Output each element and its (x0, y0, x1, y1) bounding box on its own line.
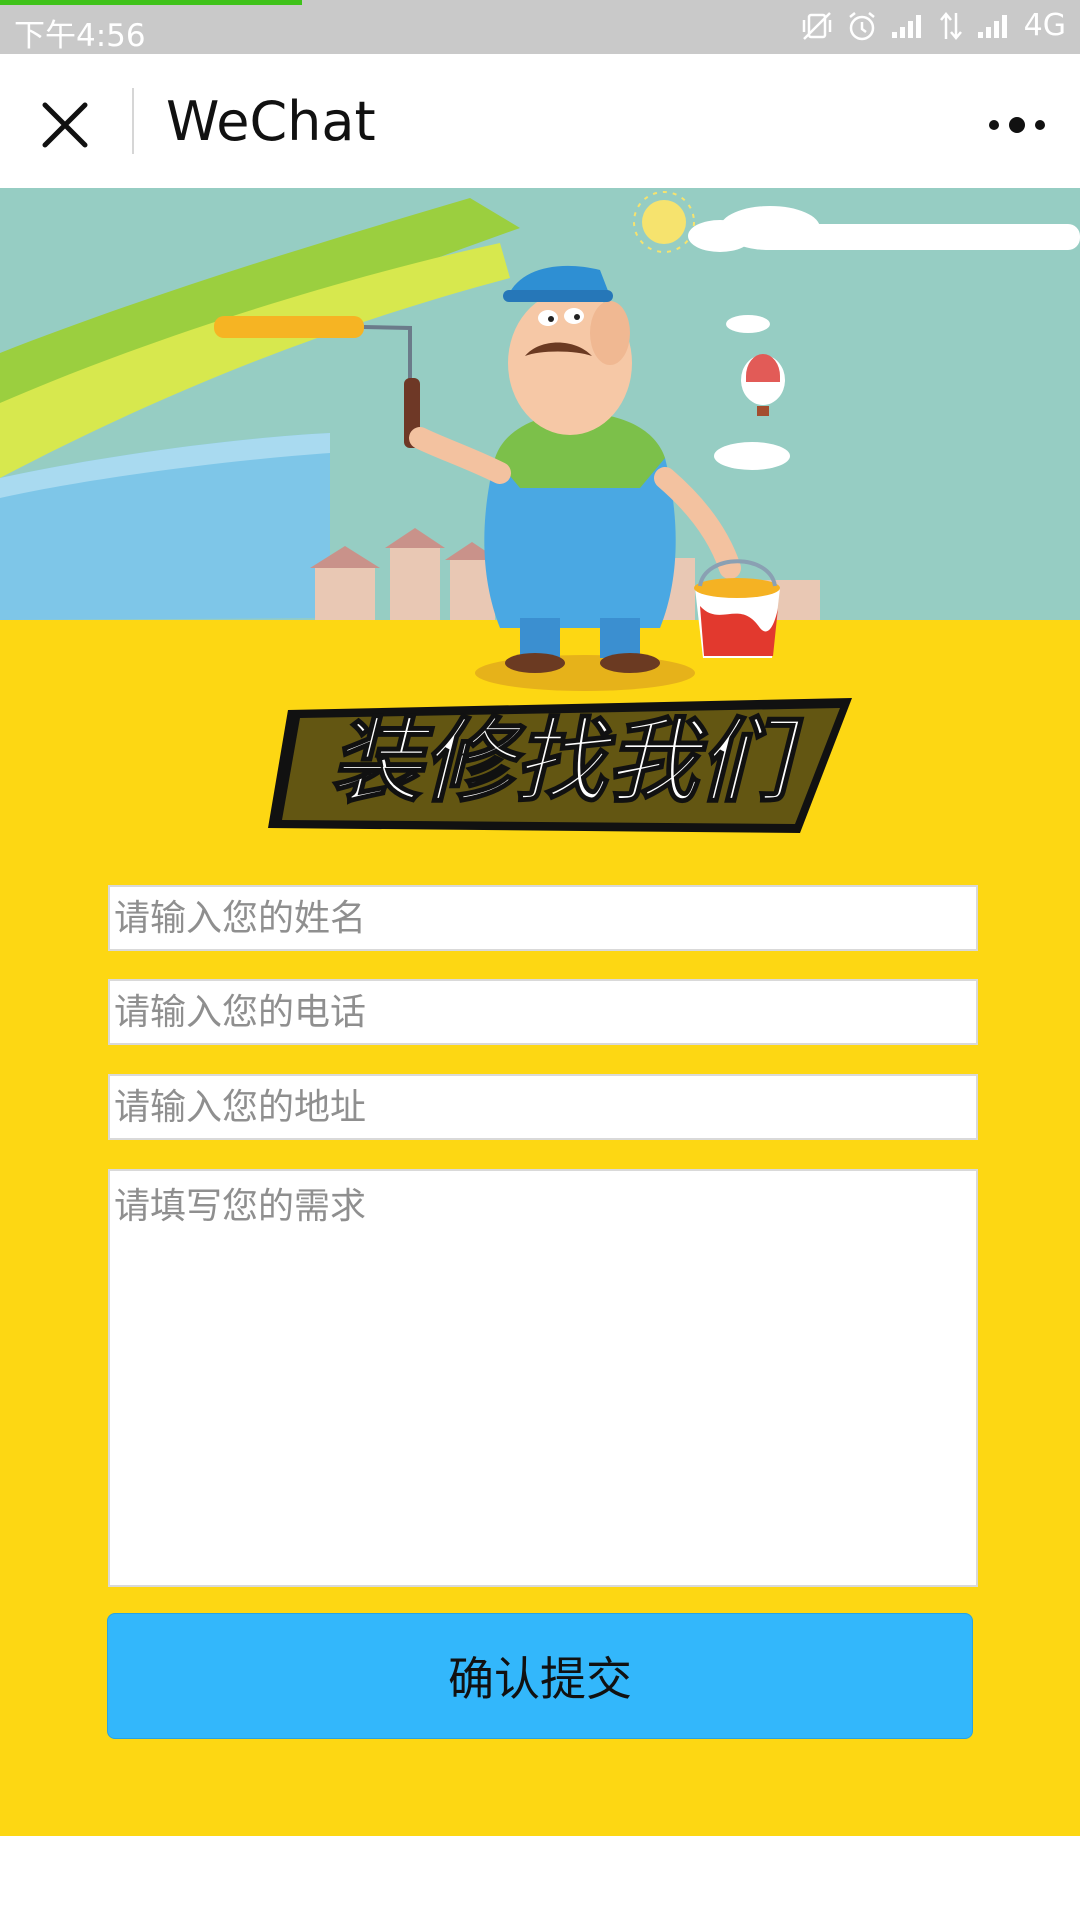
address-input[interactable] (108, 1074, 978, 1140)
data-arrows-icon (938, 11, 964, 41)
vibrate-off-icon (800, 9, 834, 43)
nav-divider (132, 88, 134, 154)
nav-bar: WeChat (0, 54, 1080, 188)
status-bar: 下午4:56 4G (0, 0, 1080, 54)
more-button[interactable] (984, 100, 1054, 150)
signal-icon (976, 12, 1012, 40)
status-icons: 4G (800, 8, 1066, 43)
needs-textarea[interactable] (108, 1169, 978, 1587)
slogan-text: 装修找我们 (330, 708, 804, 815)
page-title: WeChat (166, 90, 376, 153)
name-input[interactable] (108, 885, 978, 951)
signal-icon (890, 12, 926, 40)
slogan-logo: 装修找我们 (268, 698, 852, 833)
phone-input[interactable] (108, 979, 978, 1045)
contact-form: 确认提交 (0, 848, 1080, 1836)
close-button[interactable] (30, 90, 100, 160)
close-icon (42, 102, 88, 148)
more-icon (989, 117, 1045, 133)
alarm-icon (846, 10, 878, 42)
status-time: 下午4:56 (14, 18, 146, 54)
network-type-label: 4G (1023, 8, 1066, 43)
painter-illustration: 装修找我们 (0, 188, 1080, 848)
page-load-progress-bar (0, 0, 303, 5)
submit-button[interactable]: 确认提交 (107, 1613, 973, 1739)
banner-image: 装修找我们 (0, 188, 1080, 848)
